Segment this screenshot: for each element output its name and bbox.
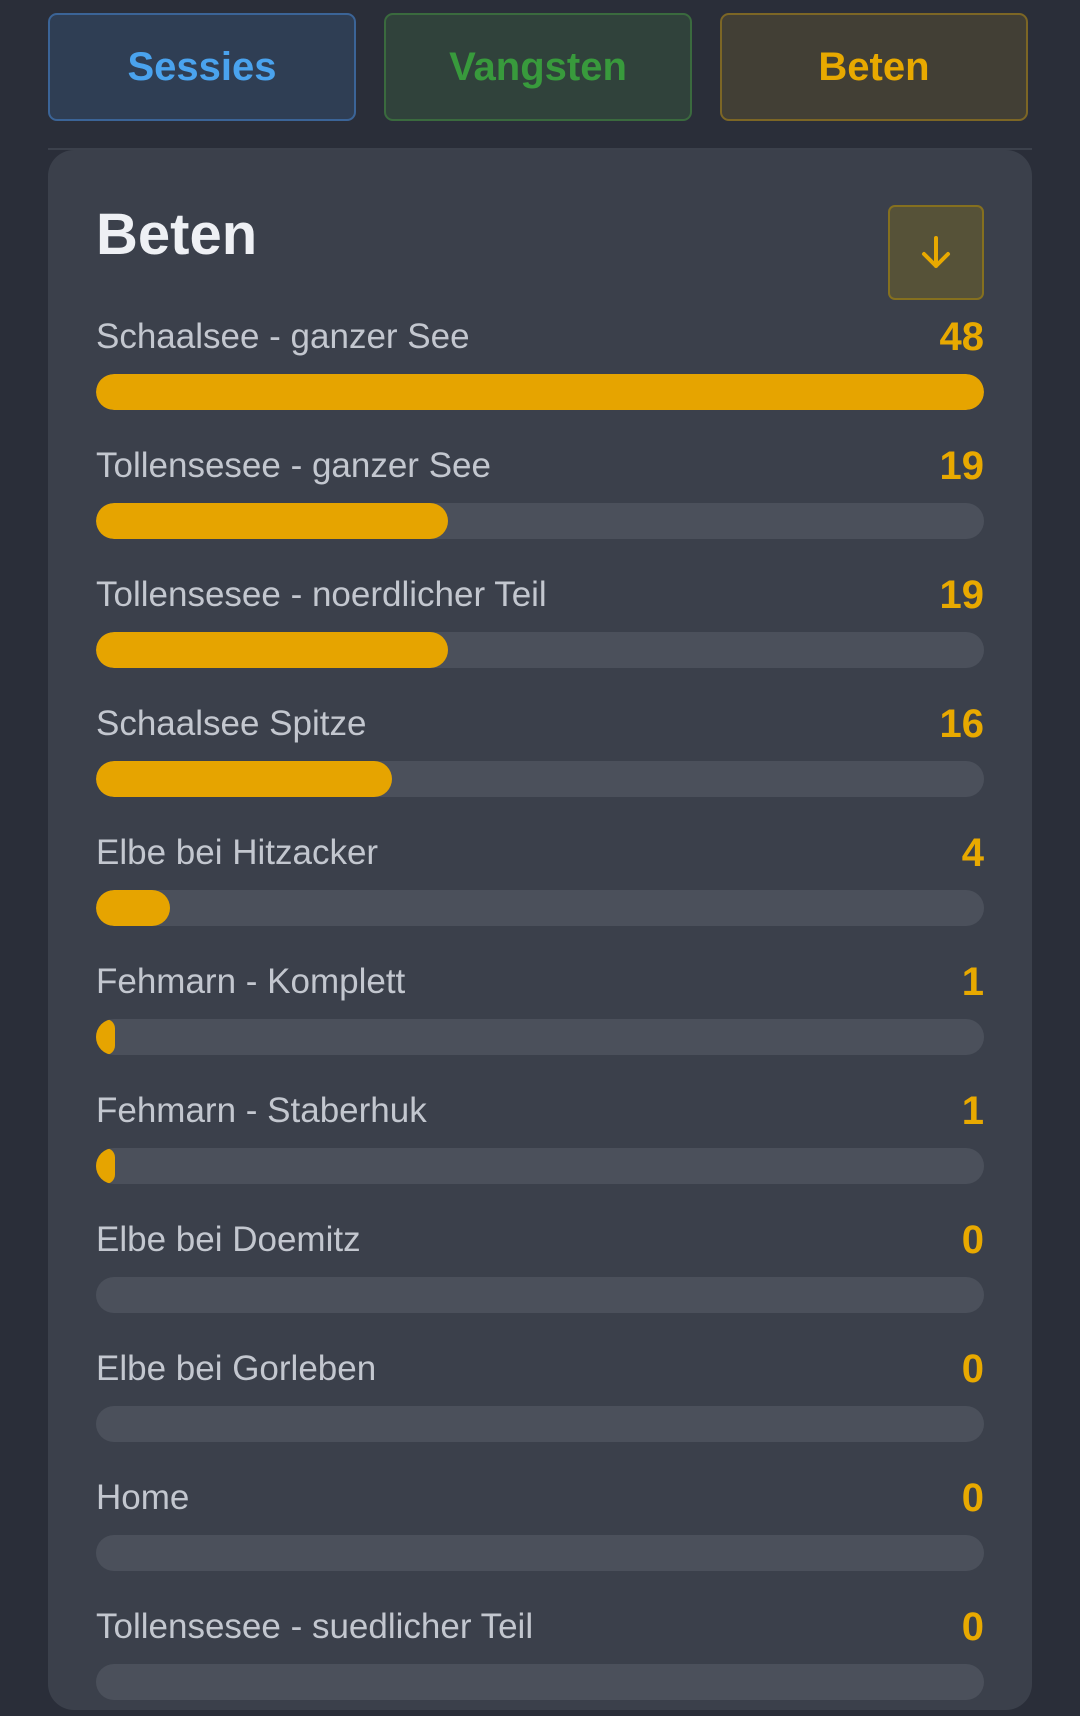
progress-track (96, 374, 984, 410)
row-label: Tollensesee - suedlicher Teil (96, 1607, 534, 1646)
progress-fill (96, 1148, 115, 1184)
list-item[interactable]: Fehmarn - Staberhuk 1 (96, 1090, 984, 1200)
row-count: 0 (961, 1605, 984, 1649)
arrow-down-icon (922, 235, 950, 268)
row-label: Home (96, 1478, 190, 1517)
progress-track (96, 1664, 984, 1700)
row-label: Elbe bei Doemitz (96, 1220, 361, 1259)
row-label: Schaalsee - ganzer See (96, 317, 470, 356)
row-count: 1 (961, 960, 984, 1004)
row-label: Schaalsee Spitze (96, 704, 367, 743)
list-item[interactable]: Elbe bei Hitzacker 4 (96, 832, 984, 942)
list-item[interactable]: Tollensesee - suedlicher Teil 0 (96, 1606, 984, 1716)
progress-fill (96, 890, 170, 926)
row-count: 48 (939, 315, 985, 359)
list-item[interactable]: Elbe bei Doemitz 0 (96, 1219, 984, 1329)
progress-track (96, 1277, 984, 1313)
progress-track (96, 890, 984, 926)
row-count: 16 (939, 702, 985, 746)
beten-card: Beten Schaalsee - ganzer See 48 Tollense… (48, 150, 1032, 1710)
progress-track (96, 1535, 984, 1571)
progress-fill (96, 632, 448, 668)
list-item[interactable]: Elbe bei Gorleben 0 (96, 1348, 984, 1458)
tab-sessies[interactable]: Sessies (48, 13, 356, 121)
progress-track (96, 503, 984, 539)
row-label: Fehmarn - Staberhuk (96, 1091, 427, 1130)
progress-track (96, 1148, 984, 1184)
row-count: 0 (961, 1347, 984, 1391)
progress-fill (96, 761, 392, 797)
progress-track (96, 632, 984, 668)
tab-bar: Sessies Vangsten Beten (48, 13, 1032, 123)
tab-vangsten[interactable]: Vangsten (384, 13, 692, 121)
row-count: 1 (961, 1089, 984, 1133)
row-count: 0 (961, 1218, 984, 1262)
list-item[interactable]: Tollensesee - noerdlicher Teil 19 (96, 574, 984, 684)
sort-button[interactable] (888, 205, 984, 300)
progress-fill (96, 1019, 115, 1055)
row-label: Tollensesee - noerdlicher Teil (96, 575, 547, 614)
row-count: 4 (961, 831, 984, 875)
progress-track (96, 1406, 984, 1442)
list-item[interactable]: Schaalsee - ganzer See 48 (96, 316, 984, 426)
list-item[interactable]: Tollensesee - ganzer See 19 (96, 445, 984, 555)
row-count: 19 (939, 444, 985, 488)
tab-beten[interactable]: Beten (720, 13, 1028, 121)
card-title: Beten (96, 202, 258, 267)
list-item[interactable]: Home 0 (96, 1477, 984, 1587)
row-count: 19 (939, 573, 985, 617)
progress-fill (96, 374, 984, 410)
list-item[interactable]: Fehmarn - Komplett 1 (96, 961, 984, 1071)
row-count: 0 (961, 1476, 984, 1520)
progress-track (96, 761, 984, 797)
row-label: Elbe bei Gorleben (96, 1349, 377, 1388)
progress-track (96, 1019, 984, 1055)
list-item[interactable]: Schaalsee Spitze 16 (96, 703, 984, 813)
row-label: Elbe bei Hitzacker (96, 833, 379, 872)
progress-fill (96, 503, 448, 539)
row-label: Fehmarn - Komplett (96, 962, 406, 1001)
row-label: Tollensesee - ganzer See (96, 446, 491, 485)
